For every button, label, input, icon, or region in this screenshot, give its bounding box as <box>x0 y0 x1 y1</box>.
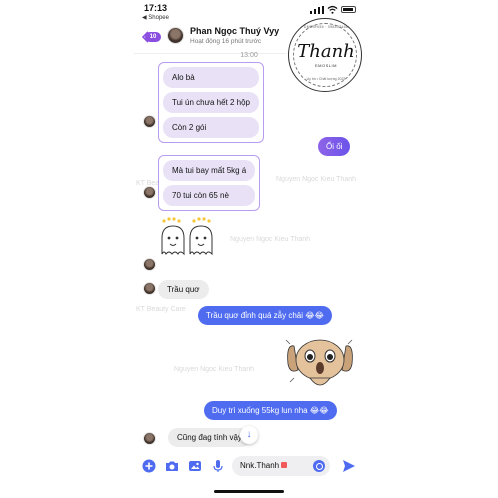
messenger-screen: 17:13 ◀ Shopee 10 Phan Ngọc Thuý Vyy Hoạ… <box>134 0 364 498</box>
send-icon[interactable] <box>342 459 356 473</box>
logo-bottom-text: Uy tín • Chất lượng 2022 <box>306 77 346 81</box>
message-timestamp: 13:00 <box>240 52 258 59</box>
incoming-message[interactable]: Trầu quơ <box>158 280 209 299</box>
incoming-message[interactable]: 70 tui còn 65 nè <box>163 185 256 206</box>
sender-avatar[interactable] <box>143 282 156 295</box>
incoming-message[interactable]: Tui ún chưa hết 2 hộp <box>163 92 259 113</box>
message-composer: Nnk.Thanh <box>134 452 364 480</box>
outgoing-message[interactable]: Ối ối <box>318 137 351 156</box>
gallery-icon[interactable] <box>188 459 202 473</box>
heart-emoji-icon <box>281 462 288 468</box>
scroll-to-bottom-button[interactable]: ↓ <box>240 426 258 444</box>
sender-avatar[interactable] <box>143 115 156 128</box>
contact-name[interactable]: Phan Ngọc Thuý Vyy <box>190 26 279 36</box>
home-indicator <box>214 490 284 493</box>
camera-icon[interactable] <box>165 459 179 473</box>
watermark-text: KT Beauty Care <box>136 306 186 313</box>
watermark-text: Nguyen Ngoc Kieu Thanh <box>174 366 255 373</box>
status-icons <box>310 5 356 14</box>
incoming-message-group: Alo bà Tui ún chưa hết 2 hộp Còn 2 gói <box>158 62 264 143</box>
outgoing-message[interactable]: Trầu quơ đỉnh quá zẫy chải 😂😂 <box>198 306 332 325</box>
logo-subtitle: EMOSLIM <box>315 63 337 68</box>
incoming-message[interactable]: Cũng đag tính vậy <box>168 428 251 447</box>
microphone-icon[interactable] <box>211 459 225 473</box>
wifi-icon <box>327 5 338 14</box>
back-to-app-link[interactable]: ◀ Shopee <box>142 14 169 21</box>
incoming-message-group: Mà tui bay mất 5kg á 70 tui còn 65 nè <box>158 155 261 211</box>
ghost-sticker[interactable] <box>156 216 218 264</box>
incoming-message[interactable]: Còn 2 gói <box>163 117 259 138</box>
plus-icon[interactable] <box>142 459 156 473</box>
outgoing-message[interactable]: Duy trì xuống 55kg lun nha 😂😂 <box>204 401 337 420</box>
battery-icon <box>341 6 356 13</box>
logo-top-text: DMSSHI56 · 098437466 <box>303 25 349 29</box>
message-input[interactable]: Nnk.Thanh <box>232 456 330 476</box>
sender-avatar[interactable] <box>143 258 156 271</box>
watermark-text: Nguyen Ngoc Kieu Thanh <box>230 236 311 243</box>
contact-avatar[interactable] <box>167 27 184 44</box>
emoji-icon[interactable] <box>313 460 325 472</box>
signal-icon <box>310 6 324 14</box>
watermark-text: Nguyen Ngoc Kieu Thanh <box>276 176 357 183</box>
dog-sticker[interactable] <box>284 334 356 394</box>
incoming-message[interactable]: Mà tui bay mất 5kg á <box>163 160 256 181</box>
unread-badge[interactable]: 10 <box>145 32 161 42</box>
sender-avatar[interactable] <box>143 432 156 445</box>
sender-avatar[interactable] <box>143 186 156 199</box>
incoming-message[interactable]: Alo bà <box>163 67 259 88</box>
presence-status: Hoạt động 16 phút trước <box>190 38 262 45</box>
status-time: 17:13 <box>144 3 168 13</box>
message-input-text: Nnk.Thanh <box>240 461 288 470</box>
